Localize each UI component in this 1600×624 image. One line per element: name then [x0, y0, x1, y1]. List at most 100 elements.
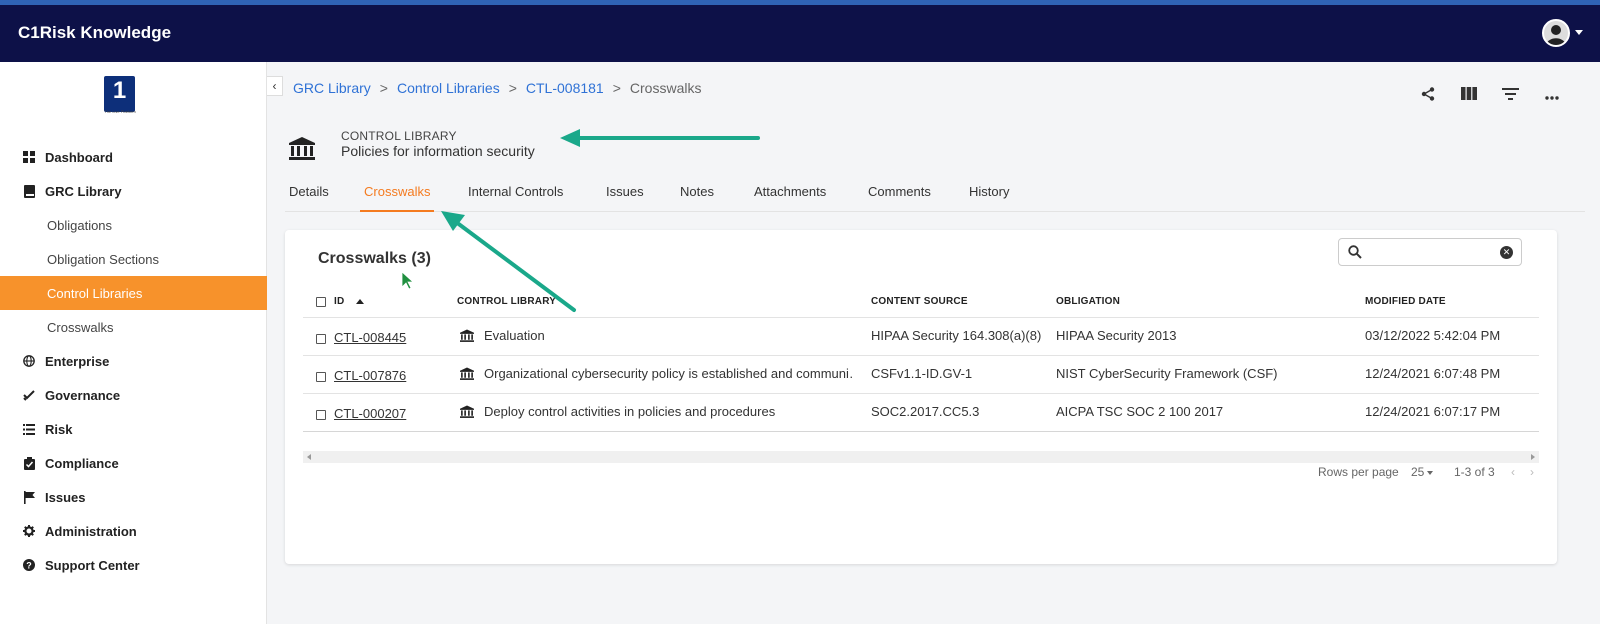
sidebar: 1 The Live Platform Dashboard GRC Librar… — [0, 62, 267, 624]
double-check-icon — [22, 388, 36, 402]
tab-details[interactable]: Details — [285, 184, 333, 212]
sidebar-item-risk[interactable]: Risk — [0, 412, 267, 446]
globe-icon — [22, 354, 36, 368]
sort-ascending-icon — [356, 298, 365, 304]
chevron-left-icon: ‹ — [272, 79, 277, 93]
sidebar-item-label: Obligation Sections — [47, 251, 160, 267]
list-icon — [22, 422, 36, 436]
row-modified-date: 12/24/2021 6:07:48 PM — [1365, 366, 1501, 381]
tab-issues[interactable]: Issues — [602, 184, 648, 212]
sidebar-item-obligations[interactable]: Obligations — [0, 208, 267, 242]
institution-icon — [459, 329, 475, 343]
sidebar-item-compliance[interactable]: Compliance — [0, 446, 267, 480]
record-tabs: Details Crosswalks Internal Controls Iss… — [285, 176, 1585, 212]
column-header-id[interactable]: ID — [334, 296, 365, 307]
sidebar-item-label: Administration — [45, 523, 137, 539]
column-header-obligation[interactable]: OBLIGATION — [1056, 296, 1120, 307]
sidebar-item-label: Support Center — [45, 557, 140, 573]
search-input[interactable] — [1369, 243, 1489, 261]
row-id-link[interactable]: CTL-000207 — [334, 406, 406, 421]
app-header: C1Risk Knowledge — [0, 5, 1600, 62]
search-icon — [1348, 245, 1362, 259]
book-icon — [22, 184, 36, 198]
sidebar-item-label: Risk — [45, 421, 73, 437]
sidebar-item-administration[interactable]: Administration — [0, 514, 267, 548]
more-options-icon[interactable] — [1542, 87, 1562, 103]
sidebar-item-enterprise[interactable]: Enterprise — [0, 344, 267, 378]
breadcrumb-grc-library[interactable]: GRC Library — [293, 80, 371, 96]
column-header-label: ID — [334, 296, 345, 307]
breadcrumb-record-id[interactable]: CTL-008181 — [526, 80, 604, 96]
column-header-content-source[interactable]: CONTENT SOURCE — [871, 296, 968, 307]
sidebar-item-control-libraries[interactable]: Control Libraries — [0, 276, 267, 310]
columns-icon[interactable] — [1459, 87, 1479, 103]
sidebar-item-label: Issues — [45, 489, 86, 505]
sidebar-item-governance[interactable]: Governance — [0, 378, 267, 412]
row-checkbox[interactable] — [316, 334, 326, 344]
gear-icon — [22, 524, 36, 538]
rows-per-page-value: 25 — [1411, 465, 1425, 479]
rows-per-page-select[interactable]: 25 — [1411, 465, 1434, 479]
sidebar-item-dashboard[interactable]: Dashboard — [0, 140, 267, 174]
next-page-icon[interactable]: › — [1530, 465, 1534, 479]
panel-title: Crosswalks (3) — [318, 250, 431, 267]
tab-history[interactable]: History — [965, 184, 1013, 212]
row-control-library: Evaluation — [484, 328, 545, 343]
breadcrumb-separator: > — [612, 80, 621, 96]
row-checkbox[interactable] — [316, 410, 326, 420]
sidebar-item-support-center[interactable]: ? Support Center — [0, 548, 267, 582]
sidebar-item-crosswalks[interactable]: Crosswalks — [0, 310, 267, 344]
sidebar-item-label: Control Libraries — [47, 285, 143, 301]
header-divider — [303, 317, 1539, 318]
column-header-control-library[interactable]: CONTROL LIBRARY — [457, 296, 556, 307]
row-divider — [303, 355, 1539, 356]
horizontal-scrollbar[interactable] — [303, 451, 1539, 463]
prev-page-icon[interactable]: ‹ — [1511, 465, 1515, 479]
row-control-library: Organizational cybersecurity policy is e… — [484, 366, 852, 381]
tab-attachments[interactable]: Attachments — [750, 184, 830, 212]
scroll-left-icon[interactable] — [307, 454, 311, 460]
filter-icon[interactable] — [1500, 87, 1520, 103]
scroll-right-icon[interactable] — [1531, 454, 1535, 460]
column-header-modified-date[interactable]: MODIFIED DATE — [1365, 296, 1446, 307]
row-divider — [303, 431, 1539, 432]
logo-tagline: The Live Platform — [104, 109, 136, 114]
select-all-checkbox[interactable] — [316, 297, 326, 307]
sidebar-item-issues[interactable]: Issues — [0, 480, 267, 514]
sidebar-item-label: Enterprise — [45, 353, 110, 369]
clipboard-check-icon — [22, 456, 36, 470]
company-logo[interactable]: 1 — [104, 76, 135, 112]
row-divider — [303, 393, 1539, 394]
tab-internal-controls[interactable]: Internal Controls — [464, 184, 567, 212]
institution-icon — [459, 405, 475, 419]
record-title: Policies for information security — [341, 143, 535, 159]
crosswalks-panel: Crosswalks (3) ✕ ID CONTROL LIBRARY CONT… — [285, 230, 1557, 564]
clear-search-icon[interactable]: ✕ — [1500, 246, 1513, 259]
row-obligation: NIST CyberSecurity Framework (CSF) — [1056, 366, 1278, 381]
row-obligation: AICPA TSC SOC 2 100 2017 — [1056, 404, 1224, 419]
row-content-source: CSFv1.1-ID.GV-1 — [871, 366, 973, 381]
sidebar-item-grc-library[interactable]: GRC Library — [0, 174, 267, 208]
row-control-library: Deploy control activities in policies an… — [484, 404, 776, 419]
search-field[interactable]: ✕ — [1338, 238, 1522, 266]
collapse-sidebar-button[interactable]: ‹ — [267, 76, 283, 96]
row-checkbox[interactable] — [316, 372, 326, 382]
tab-crosswalks[interactable]: Crosswalks — [360, 184, 435, 212]
tab-notes[interactable]: Notes — [676, 184, 718, 212]
sidebar-item-label: GRC Library — [45, 183, 122, 199]
row-id-link[interactable]: CTL-007876 — [334, 368, 406, 383]
row-id-link[interactable]: CTL-008445 — [334, 330, 406, 345]
user-menu-caret-icon[interactable] — [1575, 30, 1583, 35]
main-content: ‹ GRC Library > Control Libraries > CTL-0081… — [267, 62, 1600, 624]
row-modified-date: 03/12/2022 5:42:04 PM — [1365, 328, 1501, 343]
sidebar-item-label: Compliance — [45, 455, 119, 471]
tab-comments[interactable]: Comments — [864, 184, 935, 212]
institution-icon — [285, 132, 319, 166]
user-avatar[interactable] — [1542, 19, 1570, 47]
breadcrumb-current: Crosswalks — [629, 80, 702, 96]
sidebar-item-obligation-sections[interactable]: Obligation Sections — [0, 242, 267, 276]
share-icon[interactable] — [1418, 87, 1438, 103]
breadcrumb-control-libraries[interactable]: Control Libraries — [397, 80, 500, 96]
help-circle-icon: ? — [22, 558, 36, 572]
breadcrumb-separator: > — [508, 80, 517, 96]
